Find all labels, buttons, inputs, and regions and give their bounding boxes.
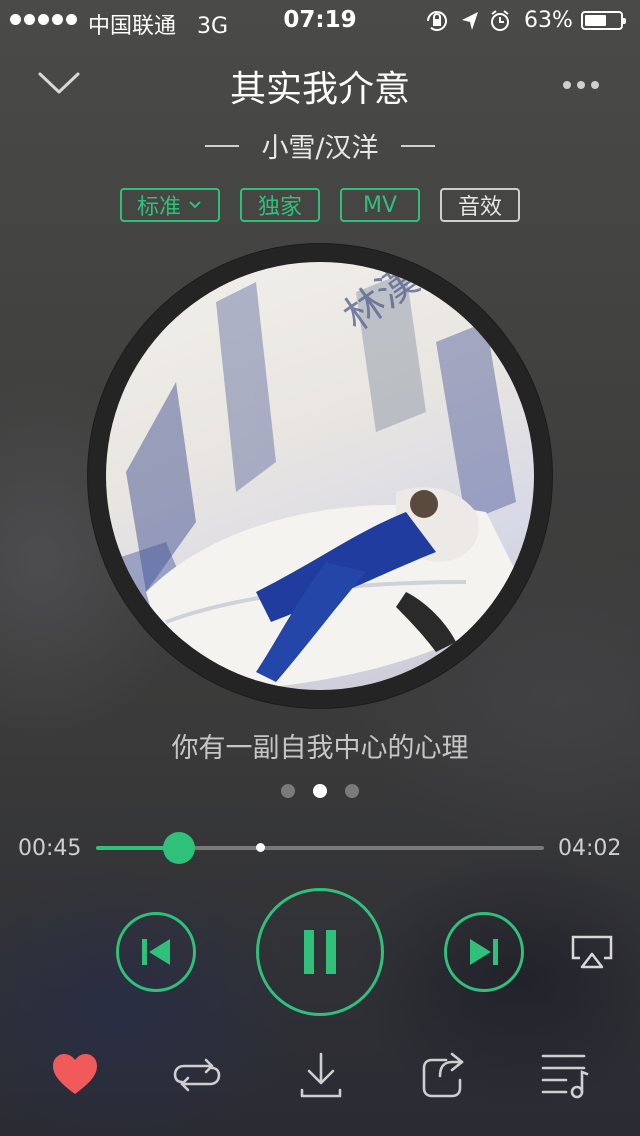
pause-icon <box>304 930 336 974</box>
total-time: 04:02 <box>558 836 622 861</box>
album-cover[interactable]: 林漢洋 <box>106 262 534 690</box>
quality-selector[interactable]: 标准 <box>120 188 220 222</box>
page-dot <box>345 784 359 798</box>
buffer-marker <box>255 843 265 852</box>
sound-effects-button[interactable]: 音效 <box>440 188 520 222</box>
more-dots-icon[interactable] <box>556 70 606 100</box>
chevron-down-icon <box>189 201 201 209</box>
quality-label: 标准 <box>136 195 181 220</box>
tag-row: 标准 独家 MV 音效 <box>0 188 640 222</box>
skip-next-icon <box>470 939 498 965</box>
skip-previous-icon <box>142 939 170 965</box>
play-pause-button[interactable] <box>256 888 384 1016</box>
divider <box>400 144 435 147</box>
exclusive-badge: 独家 <box>240 188 320 222</box>
page-dot <box>281 784 295 798</box>
alarm-icon <box>491 10 509 31</box>
artist-row: 小雪/汉洋 <box>0 126 640 165</box>
divider <box>205 144 240 147</box>
status-icons <box>424 8 524 39</box>
next-button[interactable] <box>444 912 524 992</box>
previous-button[interactable] <box>116 912 196 992</box>
repeat-icon[interactable] <box>172 1050 222 1100</box>
status-bar: 中国联通 3G 07:19 63% <box>0 0 640 40</box>
orientation-lock-icon <box>427 11 447 31</box>
current-time: 00:45 <box>18 836 82 861</box>
page-indicator <box>0 784 640 798</box>
playlist-icon[interactable] <box>540 1050 590 1100</box>
battery-icon <box>581 11 626 30</box>
song-title: 其实我介意 <box>229 69 410 110</box>
airplay-icon[interactable] <box>570 934 614 970</box>
location-arrow-icon <box>462 12 478 30</box>
heart-icon[interactable] <box>50 1050 100 1100</box>
battery-percentage: 63% <box>524 8 573 33</box>
share-icon[interactable] <box>418 1050 468 1100</box>
page-dot <box>313 784 327 798</box>
artist-name[interactable]: 小雪/汉洋 <box>261 126 378 165</box>
download-icon[interactable] <box>296 1050 346 1100</box>
current-lyric[interactable]: 你有一副自我中心的心理 <box>0 726 640 765</box>
progress-track[interactable] <box>96 832 544 864</box>
mv-button[interactable]: MV <box>340 188 420 222</box>
